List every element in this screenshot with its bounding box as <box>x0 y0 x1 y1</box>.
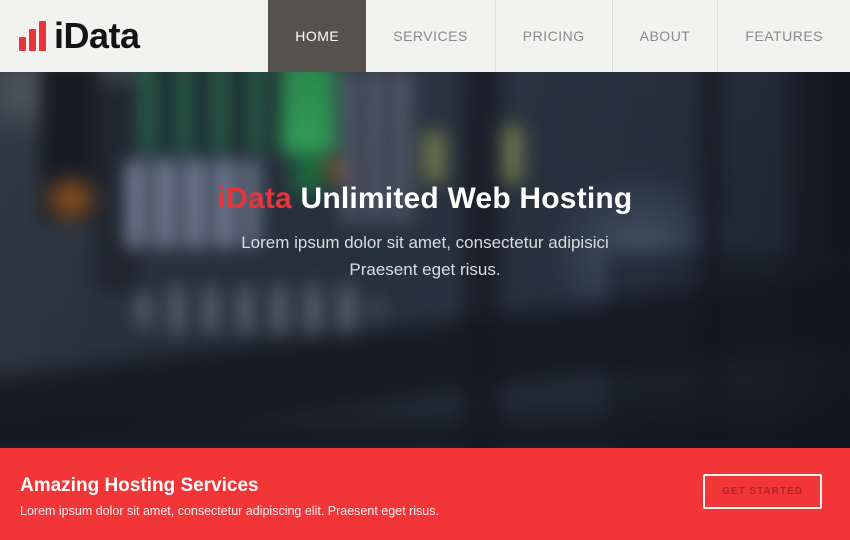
cta-text: Lorem ipsum dolor sit amet, consectetur … <box>20 504 439 518</box>
nav-item-home[interactable]: HOME <box>268 0 366 72</box>
hero-section: iData Unlimited Web Hosting Lorem ipsum … <box>0 72 850 448</box>
brand-logo[interactable]: iData <box>0 0 140 72</box>
nav-item-services[interactable]: SERVICES <box>366 0 495 72</box>
cta-heading: Amazing Hosting Services <box>20 475 439 497</box>
cta-copy: Amazing Hosting Services Lorem ipsum dol… <box>20 471 439 518</box>
get-started-button[interactable]: GET STARTED <box>703 474 822 509</box>
hero-subtitle-line1: Lorem ipsum dolor sit amet, consectetur … <box>0 229 850 256</box>
bar-chart-icon <box>19 21 46 51</box>
nav-item-features[interactable]: FEATURES <box>717 0 850 72</box>
main-nav: HOME SERVICES PRICING ABOUT FEATURES <box>268 0 850 72</box>
nav-item-pricing[interactable]: PRICING <box>495 0 612 72</box>
hero-subtitle-line2: Praesent eget risus. <box>0 256 850 283</box>
nav-item-about[interactable]: ABOUT <box>612 0 718 72</box>
hero-title-highlight: iData <box>218 182 292 215</box>
hero-content: iData Unlimited Web Hosting Lorem ipsum … <box>0 182 850 283</box>
site-header: iData HOME SERVICES PRICING ABOUT FEATUR… <box>0 0 850 72</box>
brand-name: iData <box>54 15 140 57</box>
hero-title: iData Unlimited Web Hosting <box>0 182 850 216</box>
hero-title-rest: Unlimited Web Hosting <box>292 182 633 215</box>
cta-bar: Amazing Hosting Services Lorem ipsum dol… <box>0 448 850 540</box>
hero-subtitle: Lorem ipsum dolor sit amet, consectetur … <box>0 229 850 283</box>
